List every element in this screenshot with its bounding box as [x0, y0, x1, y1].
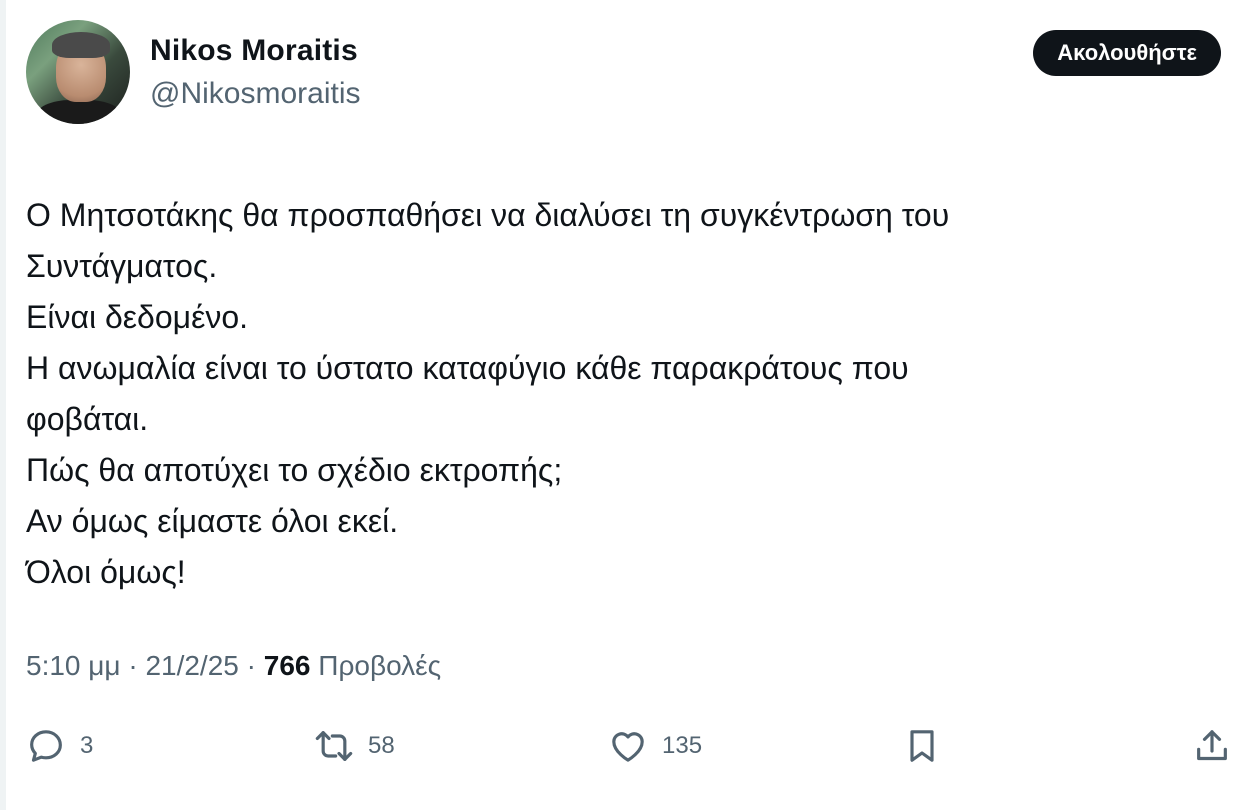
views-label: Προβολές — [310, 650, 442, 681]
avatar[interactable] — [26, 20, 130, 124]
reply-icon — [30, 730, 62, 762]
tweet-time[interactable]: 5:10 μμ — [26, 650, 121, 681]
like-button[interactable]: 135 — [608, 722, 702, 770]
reply-button[interactable]: 3 — [26, 722, 93, 770]
left-border — [0, 0, 6, 810]
author-handle[interactable]: @Nikosmoraitis — [150, 77, 360, 111]
avatar-shirt — [36, 100, 122, 124]
tweet-header: Nikos Moraitis @Nikosmoraitis Ακολουθήστ… — [26, 20, 1221, 130]
action-bar: 3 58 135 — [26, 722, 1231, 770]
tweet-text: Ο Μητσοτάκης θα προσπαθήσει να διαλύσει … — [26, 197, 950, 590]
bookmark-icon — [910, 730, 934, 762]
meta-separator: · — [238, 650, 264, 681]
follow-button[interactable]: Ακολουθήστε — [1033, 30, 1221, 76]
bookmark-button[interactable] — [902, 722, 942, 770]
tweet-date[interactable]: 21/2/25 — [145, 650, 238, 681]
tweet-meta: 5:10 μμ · 21/2/25 · 766 Προβολές — [26, 650, 441, 682]
author-name[interactable]: Nikos Moraitis — [150, 34, 358, 68]
retweet-icon — [315, 731, 353, 761]
avatar-hair — [52, 32, 110, 58]
retweet-button[interactable]: 58 — [314, 722, 395, 770]
reply-count: 3 — [80, 732, 94, 759]
retweet-count: 58 — [368, 732, 395, 759]
heart-icon — [612, 732, 644, 762]
views-count: 766 — [263, 650, 311, 681]
share-button[interactable] — [1192, 722, 1232, 770]
meta-separator: · — [120, 650, 146, 681]
share-icon — [1197, 730, 1227, 761]
like-count: 135 — [662, 732, 703, 759]
